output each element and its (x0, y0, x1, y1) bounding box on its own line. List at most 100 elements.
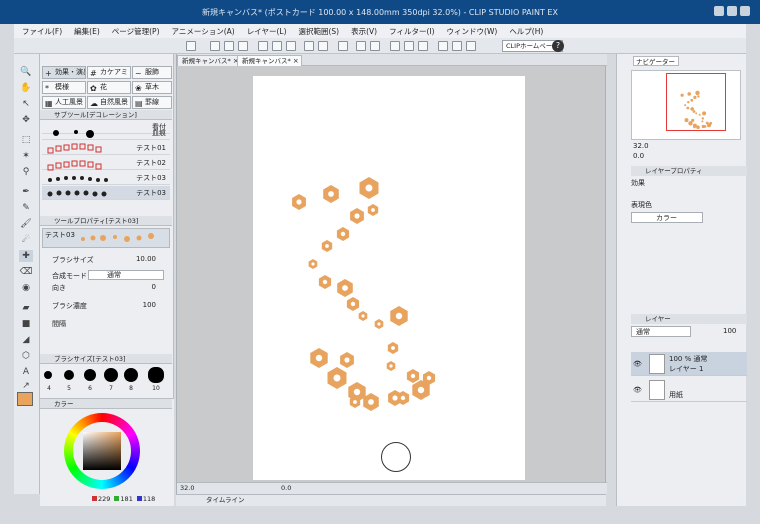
hand-tool-icon[interactable]: ✋ (19, 82, 33, 94)
main-color-swatch[interactable] (17, 392, 33, 406)
redo-icon[interactable] (318, 41, 328, 51)
brush-size-dot[interactable] (124, 368, 138, 382)
layer-opacity[interactable]: 100 (723, 327, 736, 335)
subtool-group-pattern[interactable]: * 模様 (42, 81, 86, 94)
menu-layer[interactable]: レイヤー(L) (247, 26, 287, 37)
menu-page[interactable]: ページ管理(P) (112, 26, 160, 37)
brush-item-selected[interactable]: テスト03 (42, 186, 170, 200)
density-row[interactable]: ブラシ濃度 100 (42, 300, 170, 311)
minimize-button[interactable] (714, 6, 724, 16)
navigator-tab[interactable]: ナビゲーター (633, 56, 679, 66)
copy-icon[interactable] (258, 41, 268, 51)
special-ruler-snap-icon[interactable] (452, 41, 462, 51)
layer-panel-tab[interactable]: レイヤー (631, 314, 747, 324)
menu-filter[interactable]: フィルター(I) (389, 26, 434, 37)
subtool-group-ruled-lines[interactable]: ▤ 罫線 (132, 96, 172, 109)
figure-tool-icon[interactable]: ◢ (19, 334, 33, 346)
operation-tool-icon[interactable]: ↖ (19, 98, 33, 110)
density-value[interactable]: 100 (143, 301, 156, 309)
brush-size-dot[interactable] (84, 369, 96, 381)
direction-row[interactable]: 向き 0 (42, 282, 170, 293)
navigator-preview[interactable] (631, 70, 741, 140)
open-file-icon[interactable] (224, 41, 234, 51)
blend-mode-dropdown[interactable]: 通常 (88, 270, 164, 280)
eye-icon[interactable]: 👁 (633, 386, 642, 394)
grid-snap-icon[interactable] (466, 41, 476, 51)
pencil-tool-icon[interactable]: ✎ (19, 202, 33, 214)
subtool-group-hatching[interactable]: #カケアミ・ (87, 66, 131, 79)
blend-mode-row[interactable]: 合成モード 通常 (42, 270, 170, 281)
fill-tool-icon[interactable]: ▰ (19, 302, 33, 314)
navigator-view-frame[interactable] (666, 73, 726, 131)
layer-row[interactable]: 👁 用紙 (631, 378, 747, 402)
blend-tool-icon[interactable]: ◉ (19, 282, 33, 294)
spacing-row[interactable]: 間隔 (42, 318, 170, 329)
subtool-group-plants[interactable]: ❀ 草木 (132, 81, 172, 94)
subtool-group-flower[interactable]: ✿ 花 (87, 81, 131, 94)
brush-item[interactable]: テスト03 (42, 171, 170, 185)
timeline-tab[interactable]: タイムライン (176, 494, 606, 506)
saturation-value-square[interactable] (83, 432, 121, 470)
eyedropper-icon[interactable]: ⚲ (19, 166, 33, 178)
zoom-level[interactable]: 32.0 (180, 484, 194, 492)
menu-window[interactable]: ウィンドウ(W) (447, 26, 498, 37)
navigator-zoom[interactable]: 32.0 (633, 142, 649, 150)
direction-value[interactable]: 0 (152, 283, 156, 291)
brush-size-dot[interactable] (64, 370, 74, 380)
zoom-tool-icon[interactable]: 🔍 (19, 66, 33, 78)
save-icon[interactable] (238, 41, 248, 51)
pen-tool-icon[interactable]: ✒ (19, 186, 33, 198)
new-file-icon[interactable] (210, 41, 220, 51)
brush-size-value[interactable]: 10.00 (136, 255, 156, 263)
help-icon[interactable]: ? (552, 40, 564, 52)
menu-file[interactable]: ファイル(F) (22, 26, 62, 37)
brush-size-dot[interactable] (148, 367, 164, 383)
eye-icon[interactable]: 👁 (633, 360, 642, 368)
frame-tool-icon[interactable]: ⬡ (19, 350, 33, 362)
layer-property-tab[interactable]: レイヤープロパティ (631, 166, 747, 176)
decoration-tool-icon[interactable]: ✚ (19, 250, 33, 262)
menu-edit[interactable]: 編集(E) (74, 26, 100, 37)
brush-item[interactable]: 血痕 (42, 126, 170, 140)
select-all-icon[interactable] (404, 41, 414, 51)
text-tool-icon[interactable]: A (19, 366, 33, 378)
balloon-tool-icon[interactable]: ↗ (19, 380, 33, 392)
close-button[interactable] (740, 6, 750, 16)
maximize-button[interactable] (727, 6, 737, 16)
brush-tool-icon[interactable]: 🖌 (19, 218, 33, 230)
subtool-group-natural-scenery[interactable]: ☁ 自然風景 (87, 96, 131, 109)
paste-icon[interactable] (286, 41, 296, 51)
canvas-tab-active[interactable]: 新規キャンバス* × (237, 55, 302, 66)
brush-size-dot[interactable] (44, 371, 52, 379)
transform-icon[interactable] (370, 41, 380, 51)
brush-size-dot[interactable] (104, 368, 118, 382)
airbrush-tool-icon[interactable]: ☄ (19, 234, 33, 246)
subtool-group-clothing[interactable]: ~ 服飾 (132, 66, 172, 79)
rotation-angle[interactable]: 0.0 (281, 484, 291, 492)
brush-size-row[interactable]: ブラシサイズ 10.00 (42, 254, 170, 265)
undo-icon[interactable] (304, 41, 314, 51)
drawing-paper[interactable] (253, 76, 525, 480)
close-tab-icon[interactable]: × (293, 56, 299, 66)
brush-item[interactable]: テスト02 (42, 156, 170, 171)
deselect-icon[interactable] (390, 41, 400, 51)
menu-view[interactable]: 表示(V) (351, 26, 377, 37)
menu-selection[interactable]: 選択範囲(S) (299, 26, 340, 37)
move-layer-icon[interactable]: ✥ (19, 114, 33, 126)
clip-studio-icon[interactable] (186, 41, 196, 51)
ruler-snap-icon[interactable] (438, 41, 448, 51)
canvas-tab[interactable]: 新規キャンバス* × (177, 55, 242, 66)
menu-animation[interactable]: アニメーション(A) (172, 26, 235, 37)
cut-icon[interactable] (272, 41, 282, 51)
color-wheel[interactable] (64, 413, 140, 489)
clear-icon[interactable] (338, 41, 348, 51)
selection-tool-icon[interactable]: ⬚ (19, 134, 33, 146)
auto-select-icon[interactable]: ✶ (19, 150, 33, 162)
menu-help[interactable]: ヘルプ(H) (509, 26, 543, 37)
brush-item[interactable]: テスト01 (42, 141, 170, 155)
navigator-rotation[interactable]: 0.0 (633, 152, 644, 160)
layer-blend-mode-dropdown[interactable]: 通常 (631, 326, 691, 337)
gradient-tool-icon[interactable]: ■ (19, 318, 33, 330)
fill-icon[interactable] (356, 41, 366, 51)
expression-color-dropdown[interactable]: カラー (631, 212, 703, 223)
